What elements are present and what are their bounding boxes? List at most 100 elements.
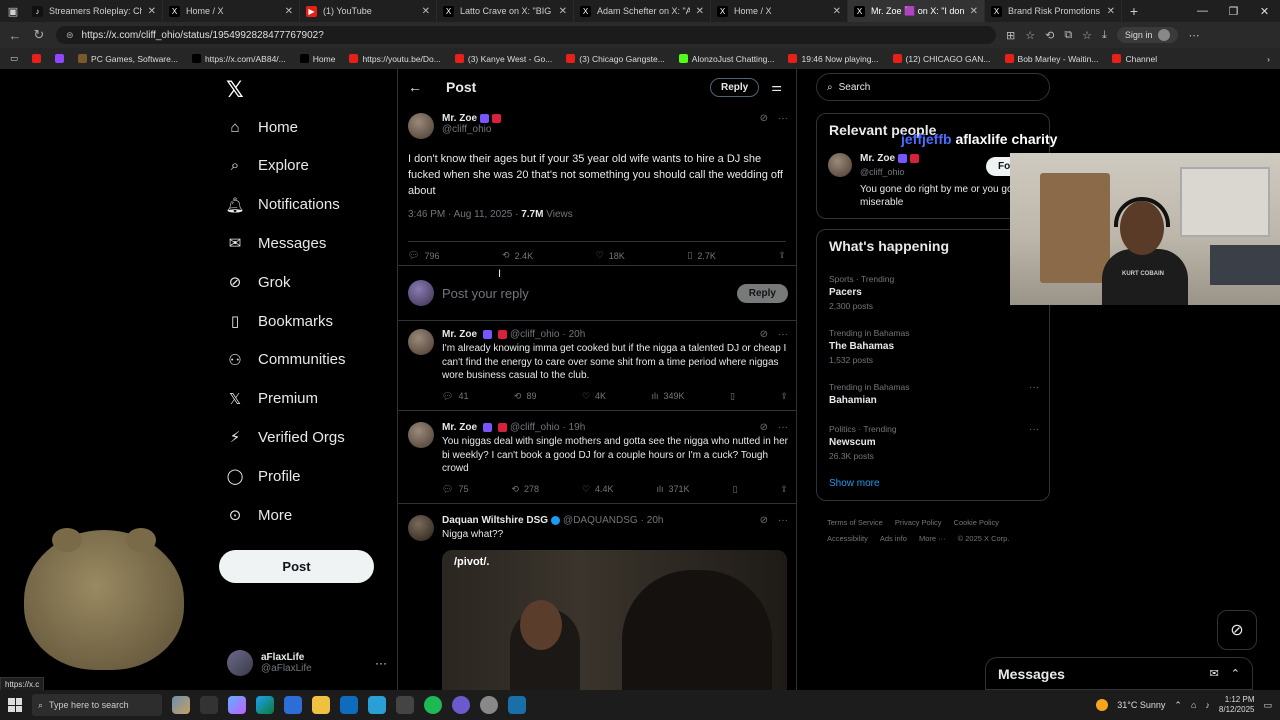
site-info-icon[interactable]: ⊜ [66, 30, 74, 41]
reply-author-name[interactable]: Mr. Zoe [442, 329, 477, 340]
sign-in-button[interactable]: Sign in [1116, 27, 1179, 43]
tab-close-icon[interactable]: ✕ [559, 6, 567, 17]
reply-author-name[interactable]: Daquan Wiltshire DSG [442, 515, 548, 526]
reply-age[interactable]: · 20h [641, 515, 664, 526]
nav-item-notifications[interactable]: 🔔︎ Notifications [225, 192, 339, 218]
reply-submit-button[interactable]: Reply [736, 283, 788, 303]
tab-close-icon[interactable]: ✕ [148, 6, 156, 17]
bookmark-item[interactable]: (3) Chicago Gangste... [566, 54, 665, 64]
weather-text[interactable]: 31°C Sunny [1117, 700, 1165, 710]
tab-close-icon[interactable]: ✕ [970, 6, 978, 17]
reply-media[interactable]: /pivot/. [442, 549, 787, 690]
person-name-row[interactable]: Mr. Zoe [860, 153, 920, 164]
nav-item-profile[interactable]: ◯ Profile [226, 463, 301, 489]
bookmark-item[interactable]: Bob Marley - Waitin... [1004, 54, 1098, 64]
split-screen-icon[interactable]: ⧉ [1064, 29, 1072, 42]
grok-icon[interactable]: ⊘ [760, 113, 768, 124]
bookmarks-menu-icon[interactable]: ▭ [10, 53, 18, 64]
bookmark-action[interactable]: ▯ [732, 484, 737, 495]
edge-icon[interactable] [256, 696, 274, 714]
favorite-icon[interactable]: ☆ [1025, 29, 1035, 42]
bookmark-item[interactable] [32, 54, 42, 63]
steam-icon[interactable] [508, 696, 526, 714]
more-icon[interactable]: ··· [778, 113, 788, 124]
share-action[interactable]: ⇪ [778, 250, 786, 261]
search-box[interactable]: ⌕ Search [816, 73, 1050, 101]
trend-item[interactable]: Trending in Bahamas Bahamian ··· [829, 382, 1039, 406]
reply-handle[interactable]: @DAQUANDSG [563, 515, 638, 526]
bookmarks-overflow-icon[interactable]: › [1267, 54, 1270, 64]
more-icon[interactable]: ··· [778, 515, 788, 526]
widget-icon[interactable] [172, 696, 190, 714]
downloads-icon[interactable]: ⤓ [1102, 29, 1107, 42]
views-action[interactable]: ılı 371K [656, 484, 689, 495]
search-input[interactable]: Search [839, 82, 871, 93]
refresh-icon[interactable]: ↻ [32, 27, 46, 43]
reply-action[interactable]: 💬︎ 75 [442, 484, 468, 495]
reply-author-name[interactable]: Mr. Zoe [442, 422, 477, 433]
trend-more-icon[interactable]: ··· [1029, 382, 1039, 393]
reply-handle[interactable]: @cliff_ohio [510, 422, 559, 433]
nav-item-verified-orgs[interactable]: ⚡︎ Verified Orgs [226, 424, 345, 450]
minimize-icon[interactable]: — [1187, 5, 1218, 18]
new-tab-button[interactable]: + [1122, 3, 1146, 19]
reply-post[interactable]: Daquan Wiltshire DSG @DAQUANDSG · 20h ⊘ ··· N… [398, 507, 796, 690]
expand-icon[interactable]: ⌃ [1231, 667, 1240, 680]
bookmark-item[interactable]: https://x.com/AB84/... [191, 54, 286, 64]
bookmark-item[interactable]: https://youtu.be/Do... [349, 54, 441, 64]
grok-icon[interactable]: ⊘ [760, 422, 768, 433]
taskbar-search[interactable]: ⌕ Type here to search [32, 694, 162, 716]
messages-drawer[interactable]: Messages ✉ ⌃ [985, 657, 1253, 690]
notifications-icon[interactable]: ▭ [1263, 700, 1272, 711]
nav-item-explore[interactable]: ⌕ Explore [226, 153, 309, 179]
x-logo-icon[interactable]: 𝕏 [226, 77, 244, 103]
task-view-icon[interactable] [200, 696, 218, 714]
bookmark-item[interactable]: Channel [1112, 54, 1157, 64]
reply-handle[interactable]: @cliff_ohio [510, 329, 559, 340]
reply-avatar[interactable] [408, 422, 434, 448]
reply-settings-icon[interactable]: ⚌ [771, 80, 782, 94]
like-action[interactable]: ♡ 4K [582, 391, 606, 402]
bookmark-item[interactable] [55, 54, 65, 63]
photos-icon[interactable] [368, 696, 386, 714]
back-icon[interactable]: ← [8, 28, 22, 43]
extensions-icon[interactable]: ⟲ [1045, 29, 1054, 42]
nav-item-more[interactable]: ⊙ More [226, 502, 292, 528]
repost-action[interactable]: ⟲ 278 [511, 484, 539, 495]
footer-link[interactable]: Terms of Service [827, 515, 883, 531]
new-message-icon[interactable]: ✉ [1210, 667, 1219, 680]
trend-item[interactable]: Sports · Trending Pacers 2,300 posts [829, 274, 1039, 311]
browser-tab[interactable]: ▶ (1) YouTube ✕ [300, 0, 437, 22]
nav-item-communities[interactable]: ⚇ Communities [226, 347, 345, 373]
outlook-icon[interactable] [340, 696, 358, 714]
person-handle[interactable]: @cliff_ohio [860, 167, 905, 177]
nav-item-home[interactable]: ⌂ Home [226, 114, 298, 140]
copilot-icon[interactable] [228, 696, 246, 714]
bookmark-item[interactable]: AlonzoJust Chatting... [678, 54, 774, 64]
taskbar-search-input[interactable]: Type here to search [49, 700, 129, 710]
close-window-icon[interactable]: ✕ [1249, 5, 1280, 18]
header-reply-button[interactable]: Reply [710, 77, 760, 97]
post-button[interactable]: Post [219, 550, 374, 583]
reply-avatar[interactable] [408, 329, 434, 355]
browser-tab[interactable]: ♪ Streamers Roleplay: Chat C ✕ [26, 0, 163, 22]
repost-action[interactable]: ⟲ 2.4K [502, 250, 533, 261]
browser-tab[interactable]: X Home / X ✕ [163, 0, 300, 22]
browser-tab[interactable]: X Adam Schefter on X: "After ✕ [574, 0, 711, 22]
restore-icon[interactable]: ❐ [1218, 5, 1249, 18]
grok-fab-icon[interactable]: ⊘ [1217, 610, 1257, 650]
bookmark-item[interactable]: (3) Kanye West - Go... [454, 54, 552, 64]
bookmark-action[interactable]: ▯ [730, 391, 735, 402]
account-more-icon[interactable]: ··· [375, 656, 387, 670]
trend-item[interactable]: Trending in Bahamas The Bahamas 1,532 post… [829, 328, 1039, 365]
reply-post[interactable]: Mr. Zoe @cliff_ohio · 20h ⊘ ··· I'm already k… [398, 321, 796, 411]
tab-close-icon[interactable]: ✕ [422, 6, 430, 17]
footer-link[interactable]: Accessibility [827, 531, 868, 547]
repost-action[interactable]: ⟲ 89 [514, 391, 537, 402]
tray-chevron-icon[interactable]: ⌃ [1174, 700, 1182, 711]
reply-post[interactable]: Mr. Zoe @cliff_ohio · 19h ⊘ ··· You niggas de… [398, 414, 796, 504]
like-action[interactable]: ♡ 18K [596, 250, 625, 261]
windows-start-icon[interactable] [8, 698, 22, 712]
url-bar[interactable]: ⊜ https://x.com/cliff_ohio/status/195499… [56, 26, 996, 44]
more-icon[interactable]: ··· [778, 329, 788, 340]
